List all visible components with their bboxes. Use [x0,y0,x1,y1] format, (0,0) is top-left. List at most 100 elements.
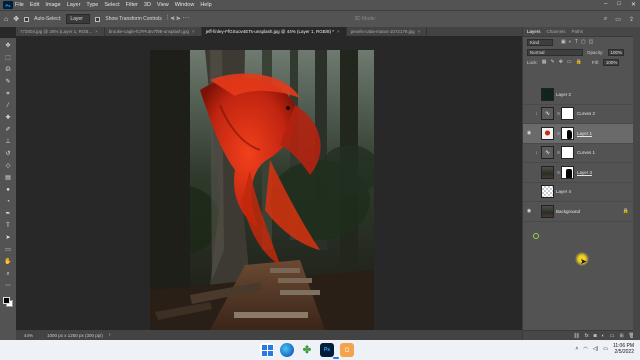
align-icons[interactable]: ⫶ ⫷ ⫸ ⋯ [167,15,189,23]
tab-close-icon[interactable]: × [95,29,98,34]
dodge-icon[interactable]: ◔ [2,198,14,207]
layer-row[interactable]: ◉ Layer 4 [523,183,640,202]
hand-icon[interactable]: ✋ [2,258,14,267]
layer-row[interactable]: ◉ Layer 2 [523,85,640,105]
visibility-eye-icon[interactable]: ◉ [523,130,535,136]
menu-file[interactable]: File [15,2,24,8]
type-filter-icon[interactable]: T [575,39,578,45]
move-icon[interactable]: ✥ [2,42,14,51]
tab-close-icon[interactable]: × [192,29,195,34]
tab-close-icon[interactable]: × [418,29,421,34]
link-layers-icon[interactable]: ⛓ [573,333,579,339]
zoom-level[interactable]: 44% [24,333,33,338]
workspace-icon[interactable]: ▭ [615,16,621,23]
more-icon[interactable]: ⋯ [2,282,14,291]
tab-doc-1[interactable]: 772004.jpg @ 25% (Layer 1, RGB... × [16,27,105,36]
healing-icon[interactable]: ✚ [2,114,14,123]
menu-3d[interactable]: 3D [144,2,151,8]
menu-view[interactable]: View [157,2,169,8]
visibility-eye-icon[interactable]: ◉ [523,111,535,117]
fill-field[interactable]: 100% [602,58,619,66]
adjustment-layer-icon[interactable]: ◐ [602,333,605,339]
layer-name[interactable]: Curves 2 [577,111,595,116]
menu-edit[interactable]: Edit [30,2,39,8]
lock-pixels-icon[interactable]: ▦ [542,59,547,65]
layer-name[interactable]: Layer 1 [577,131,592,136]
tab-close-icon[interactable]: × [337,29,340,34]
kind-filter-dropdown[interactable]: Kind [527,38,553,46]
share-icon[interactable]: ⇪ [629,16,634,23]
edge-browser-icon[interactable] [280,343,294,357]
blend-mode-dropdown[interactable]: Normal [527,48,583,56]
tab-doc-4[interactable]: pexels-catia-matos-1072179.jpg × [347,27,428,36]
search-icon[interactable]: ⌕ [604,16,607,23]
chevron-right-icon[interactable]: › [109,332,111,338]
tab-channels[interactable]: Channels [547,29,566,34]
layer-row[interactable]: ◉ ↓ ∿ 8 Curves 1 [523,144,640,163]
home-icon[interactable]: ⌂ [4,16,8,23]
visibility-eye-icon[interactable]: ◉ [523,169,535,175]
layer-name[interactable]: Layer 4 [556,189,571,194]
battery-icon[interactable]: ▭ [603,346,608,352]
shape-icon[interactable]: ▭ [2,246,14,255]
opacity-field[interactable]: 100% [607,48,624,56]
tab-doc-3-active[interactable]: jeff-finley-FfGSuov4ETs-unsplash.jpg @ 4… [201,27,347,36]
blur-icon[interactable]: ● [2,186,14,195]
photoshop-logo[interactable]: Ps [3,1,13,9]
color-swatches[interactable] [2,296,14,308]
visibility-eye-icon[interactable]: ◉ [523,150,535,156]
menu-filter[interactable]: Filter [126,2,138,8]
lasso-icon[interactable]: ᘏ [2,66,14,75]
pixel-filter-icon[interactable]: ▣ [561,39,566,45]
windows-start-icon[interactable] [260,343,274,357]
marquee-icon[interactable]: ⬚ [2,54,14,63]
auto-select-dropdown[interactable]: Layer [66,14,91,24]
menu-help[interactable]: Help [200,2,211,8]
clock[interactable]: 11:06 PM 2/5/2022 [613,343,634,355]
lock-all-icon[interactable]: 🔒 [576,59,582,65]
lock-move-icon[interactable]: ✥ [559,59,563,65]
maximize-icon[interactable]: □ [617,1,621,8]
zoom-icon[interactable]: ⌕ [2,270,14,279]
shape-filter-icon[interactable]: ▢ [581,39,586,45]
path-select-icon[interactable]: ➤ [2,234,14,243]
menu-select[interactable]: Select [104,2,119,8]
history-brush-icon[interactable]: ↺ [2,150,14,159]
show-transform-checkbox[interactable] [95,16,101,22]
pen-icon[interactable]: ✒ [2,210,14,219]
layer-mask-thumbnail[interactable] [561,126,574,140]
adjustment-filter-icon[interactable]: ◐ [569,39,572,45]
eyedropper-icon[interactable]: ⁄ [2,102,14,111]
layer-mask-thumbnail[interactable] [561,146,574,160]
layer-mask-thumbnail[interactable] [561,107,574,121]
brush-icon[interactable]: ✐ [2,126,14,135]
canvas-workspace[interactable] [16,36,522,330]
volume-icon[interactable]: ◁) [593,346,599,352]
gradient-icon[interactable]: ▤ [2,174,14,183]
document-canvas[interactable] [150,50,374,330]
visibility-eye-icon[interactable]: ◉ [523,91,535,97]
menu-image[interactable]: Image [45,2,60,8]
menu-type[interactable]: Type [86,2,98,8]
menu-window[interactable]: Window [175,2,195,8]
eraser-icon[interactable]: ◇ [2,162,14,171]
quick-select-icon[interactable]: ✎ [2,78,14,87]
layer-name[interactable]: Background [556,209,580,214]
smart-filter-icon[interactable]: ◫ [589,39,594,45]
auto-select-checkbox[interactable] [24,16,30,22]
wifi-icon[interactable]: ◠ [583,346,587,352]
layer-row[interactable]: ◉ 8 Layer 3 [523,163,640,183]
stamp-icon[interactable]: ⊥ [2,138,14,147]
tab-paths[interactable]: Paths [572,29,584,34]
add-mask-icon[interactable]: ◙ [594,333,597,339]
layer-name[interactable]: Curves 1 [577,150,595,155]
chevron-up-icon[interactable]: ˄ [575,346,578,352]
minimize-icon[interactable]: – [604,1,607,8]
tab-doc-2[interactable]: brooke-cagle-lCFPu5v7f98-unsplash.jpg × [105,27,202,36]
type-icon[interactable]: T [2,222,14,231]
document-info[interactable]: 1000 px x 1250 px (300 ppi) [47,333,103,338]
move-tool-preset-icon[interactable]: ✥ [13,15,19,23]
visibility-eye-icon[interactable]: ◉ [523,208,535,214]
group-folder-icon[interactable]: ▭ [610,333,615,339]
clover-app-icon[interactable]: ✤ [300,343,314,357]
